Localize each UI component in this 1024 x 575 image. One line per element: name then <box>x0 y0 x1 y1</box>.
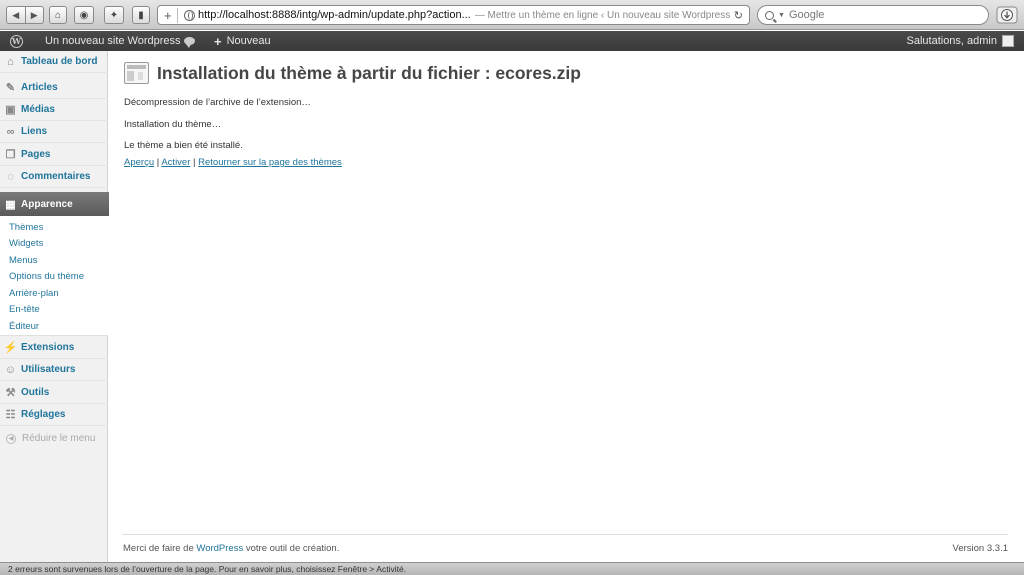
sidebar-item-label: Apparence <box>21 198 73 210</box>
plugin-icon: ⚡ <box>3 342 18 354</box>
sidebar-item-users[interactable]: ☺ Utilisateurs <box>0 359 108 381</box>
browser-toolbar: ◀ ▶ ⌂ ◉ ✦ ▮ + http://localhost:8888/intg… <box>0 0 1024 30</box>
link-icon: ∞ <box>6 125 15 138</box>
separator: | <box>193 157 196 168</box>
theme-actions: Aperçu | Activer | Retourner sur la page… <box>124 157 342 168</box>
status-message-success: Le thème a bien été installé. <box>124 140 243 151</box>
page-title-text: — Mettre un thème en ligne ‹ Un nouveau … <box>474 9 730 21</box>
footer-thanks-suffix: votre outil de création. <box>245 543 340 554</box>
sidebar-item-label: Outils <box>21 387 50 398</box>
activate-link[interactable]: Activer <box>161 157 190 168</box>
submenu-item-theme-options[interactable]: Options du thème <box>9 271 84 282</box>
greeting-text: Salutations, admin <box>906 35 998 47</box>
main-content: Installation du thème à partir du fichie… <box>109 51 1024 562</box>
chevron-down-icon[interactable]: ▼ <box>778 12 785 19</box>
submenu-item-editor[interactable]: Éditeur <box>9 321 39 332</box>
new-label: Nouveau <box>226 35 271 47</box>
submenu-item-background[interactable]: Arrière-plan <box>9 288 59 299</box>
submenu-item-menus[interactable]: Menus <box>9 255 38 266</box>
sidebar-item-pages[interactable]: ❐ Pages <box>0 144 108 166</box>
wp-admin-bar: W Un nouveau site Wordpress + Nouveau Sa… <box>0 31 1024 51</box>
url-text: http://localhost:8888/intg/wp-admin/upda… <box>198 9 471 21</box>
tools-icon: ⚒ <box>5 387 16 399</box>
sidebar-item-links[interactable]: ∞ Liens <box>0 121 108 143</box>
nav-buttons: ◀ ▶ <box>6 6 44 24</box>
settings-icon: ☷ <box>5 409 16 421</box>
plus-icon: + <box>214 33 222 49</box>
appearance-icon: ▦ <box>5 198 16 211</box>
submenu-item-themes[interactable]: Thèmes <box>9 222 43 233</box>
avatar <box>1002 35 1014 47</box>
wordpress-logo-icon[interactable]: W <box>10 31 23 51</box>
sidebar-item-media[interactable]: ▣ Médias <box>0 99 108 121</box>
site-name-link[interactable]: Un nouveau site Wordpress <box>45 31 181 51</box>
dashboard-icon: ⌂ <box>7 55 14 68</box>
plugin-tool-icon[interactable]: ✦ <box>104 6 124 24</box>
appearance-submenu: Thèmes Widgets Menus Options du thème Ar… <box>0 216 108 336</box>
sidebar-item-label: Articles <box>21 82 58 93</box>
search-field[interactable]: ▼ Google <box>757 5 989 25</box>
sidebar-item-label: Extensions <box>21 342 75 353</box>
sidebar-item-label: Tableau de bord <box>21 56 98 67</box>
globe-icon <box>184 9 195 21</box>
search-icon <box>765 10 774 20</box>
wordpress-link[interactable]: WordPress <box>196 543 243 554</box>
footer-version: Version 3.3.1 <box>952 543 1008 554</box>
collapse-menu-button[interactable]: ◀ Réduire le menu <box>6 433 95 444</box>
status-message-unpacking: Décompression de l’archive de l’extensio… <box>124 97 311 108</box>
new-content-button[interactable]: + Nouveau <box>214 31 271 51</box>
pages-icon: ❐ <box>5 149 16 161</box>
back-icon[interactable]: ◀ <box>7 7 26 23</box>
sidebar-item-label: Pages <box>21 149 51 160</box>
sidebar-item-dashboard[interactable]: ⌂ Tableau de bord <box>0 51 108 73</box>
sidebar-item-appearance[interactable]: ▦ Apparence <box>0 192 120 216</box>
footer-divider <box>122 534 1008 535</box>
home-icon[interactable]: ⌂ <box>49 6 67 24</box>
footer-thanks: Merci de faire de WordPress votre outil … <box>123 543 339 554</box>
comment-icon: ◌ <box>7 170 14 183</box>
sidebar-item-label: Médias <box>21 104 55 115</box>
download-icon[interactable] <box>996 6 1018 24</box>
history-icon[interactable]: ◉ <box>74 6 94 24</box>
sidebar-item-plugins[interactable]: ⚡ Extensions <box>0 337 108 359</box>
add-bookmark-icon[interactable]: + <box>164 7 178 23</box>
sidebar-item-label: Utilisateurs <box>21 364 76 375</box>
reader-icon[interactable]: ▮ <box>132 6 150 24</box>
separator: | <box>156 157 160 168</box>
collapse-menu-label: Réduire le menu <box>22 433 96 444</box>
submenu-item-header[interactable]: En-tête <box>9 304 40 315</box>
sidebar-item-comments[interactable]: ◌ Commentaires <box>0 166 108 188</box>
back-to-themes-link[interactable]: Retourner sur la page des thèmes <box>198 157 342 168</box>
address-bar[interactable]: + http://localhost:8888/intg/wp-admin/up… <box>157 5 750 25</box>
sidebar-item-tools[interactable]: ⚒ Outils <box>0 382 108 404</box>
browser-status-bar: 2 erreurs sont survenues lors de l’ouver… <box>0 562 1024 575</box>
status-message-installing: Installation du thème… <box>124 119 222 130</box>
users-icon: ☺ <box>4 363 17 376</box>
appearance-page-icon <box>124 62 149 84</box>
sidebar-item-articles[interactable]: ✎ Articles <box>0 77 108 99</box>
admin-sidebar: ⌂ Tableau de bord ✎ Articles ▣ Médias ∞ … <box>0 51 120 562</box>
reload-icon[interactable]: ↻ <box>734 9 743 22</box>
sidebar-item-label: Réglages <box>21 409 66 420</box>
footer-thanks-prefix: Merci de faire de <box>123 543 194 554</box>
collapse-arrow-icon: ◀ <box>6 433 16 444</box>
forward-icon[interactable]: ▶ <box>26 7 44 23</box>
user-account-menu[interactable]: Salutations, admin <box>906 31 1014 51</box>
media-icon: ▣ <box>5 104 16 116</box>
sidebar-item-settings[interactable]: ☷ Réglages <box>0 404 108 426</box>
page-title: Installation du thème à partir du fichie… <box>157 63 581 83</box>
pushpin-icon: ✎ <box>5 82 16 94</box>
sidebar-item-label: Liens <box>21 126 48 137</box>
submenu-item-widgets[interactable]: Widgets <box>9 238 43 249</box>
comments-icon[interactable] <box>184 31 195 51</box>
sidebar-item-label: Commentaires <box>21 171 91 182</box>
search-placeholder: Google <box>788 9 825 21</box>
preview-link[interactable]: Aperçu <box>124 157 154 168</box>
